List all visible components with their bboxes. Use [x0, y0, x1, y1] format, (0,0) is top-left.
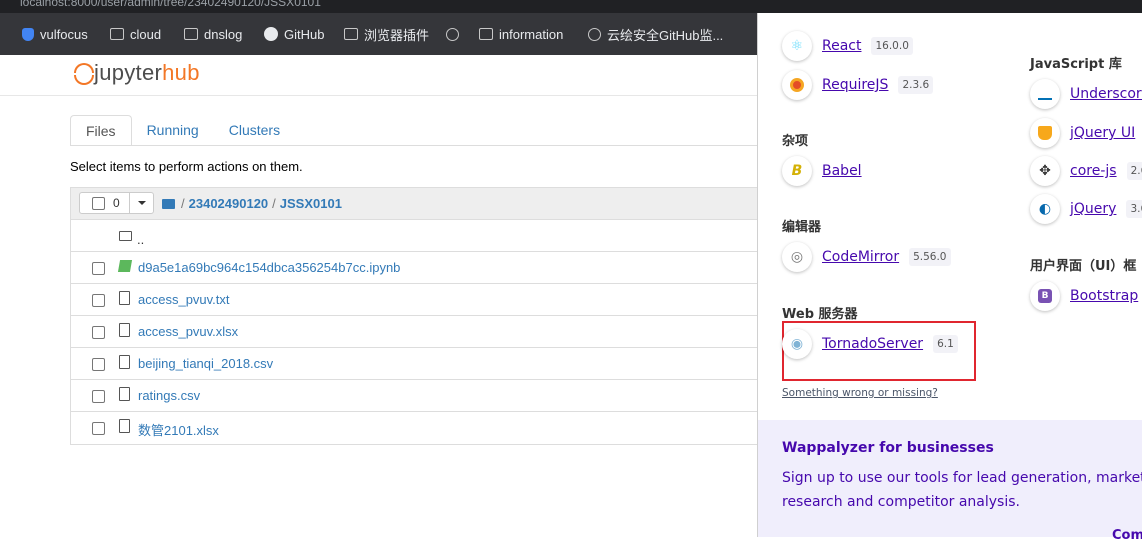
file-icon	[119, 355, 130, 369]
file-list: 0 / 23402490120 / JSSX0101 .. d9a5e1a69b…	[70, 187, 760, 445]
parent-dir-row[interactable]: ..	[71, 220, 760, 252]
globe-icon	[588, 27, 601, 41]
table-row[interactable]: ratings.csv	[71, 380, 760, 412]
file-icon	[119, 291, 130, 305]
tech-jquery[interactable]: ◐ jQuery 3.6.0	[1030, 194, 1142, 224]
select-all-checkbox[interactable]	[92, 197, 105, 210]
bookmark-globe[interactable]	[446, 25, 459, 43]
tornado-icon: ◉	[782, 329, 812, 359]
category-javascript-libraries: JavaScript 库	[1030, 57, 1122, 72]
table-row[interactable]: d9a5e1a69bc964c154dbca356254b7cc.ipynb	[71, 252, 760, 284]
something-wrong-link[interactable]: Something wrong or missing?	[782, 387, 938, 399]
address-text: localhost:8000/user/admin/tree/234024901…	[20, 0, 321, 9]
browser-address-bar[interactable]: localhost:8000/user/admin/tree/234024901…	[0, 0, 1142, 13]
file-icon	[119, 419, 130, 433]
babel-icon: B	[782, 156, 812, 186]
file-link[interactable]: beijing_tianqi_2018.csv	[138, 356, 273, 371]
folder-icon	[119, 231, 132, 241]
react-icon: ⚛	[782, 31, 812, 61]
tech-underscore[interactable]: Underscore	[1030, 79, 1142, 109]
row-checkbox[interactable]	[92, 326, 105, 339]
tech-react[interactable]: ⚛ React 16.0.0	[782, 31, 913, 61]
folder-icon	[479, 28, 493, 40]
folder-icon	[344, 28, 358, 40]
table-row[interactable]: beijing_tianqi_2018.csv	[71, 348, 760, 380]
row-checkbox[interactable]	[92, 262, 105, 275]
tech-bootstrap[interactable]: B Bootstrap	[1030, 281, 1138, 311]
row-checkbox[interactable]	[92, 358, 105, 371]
globe-icon	[446, 27, 459, 41]
file-link[interactable]: access_pvuv.xlsx	[138, 324, 238, 339]
tech-babel[interactable]: B Babel	[782, 156, 862, 186]
table-row[interactable]: 数管2101.xlsx	[71, 412, 760, 444]
shield-icon	[22, 27, 34, 41]
parent-dir-link[interactable]: ..	[137, 232, 144, 247]
bookmark-github[interactable]: GitHub	[264, 25, 324, 43]
row-checkbox[interactable]	[92, 294, 105, 307]
business-title: Wappalyzer for businesses	[782, 440, 994, 456]
bookmark-information[interactable]: information	[479, 25, 563, 43]
category-misc: 杂项	[782, 134, 809, 149]
file-link[interactable]: 数管2101.xlsx	[138, 420, 219, 439]
jupyter-logo-icon	[74, 60, 94, 86]
selection-hint: Select items to perform actions on them.	[70, 159, 303, 174]
business-description: Sign up to use our tools for lead genera…	[782, 470, 1142, 510]
breadcrumb-item[interactable]: JSSX0101	[280, 196, 342, 211]
tech-core-js[interactable]: ✥ core-js 2.6.	[1030, 156, 1142, 186]
underscore-icon	[1030, 79, 1060, 109]
row-checkbox[interactable]	[92, 390, 105, 403]
folder-home-icon[interactable]	[162, 198, 175, 209]
jquery-icon: ◐	[1030, 194, 1060, 224]
tab-divider	[70, 145, 760, 146]
jupyterhub-logo[interactable]: jupyter hub	[74, 60, 200, 86]
category-web-server: Web 服务器	[782, 307, 858, 322]
file-link[interactable]: ratings.csv	[138, 388, 200, 403]
category-ui-frameworks: 用户界面（UI）框	[1030, 259, 1137, 274]
file-link[interactable]: d9a5e1a69bc964c154dbca356254b7cc.ipynb	[138, 260, 400, 275]
requirejs-icon	[782, 70, 812, 100]
business-promo: Wappalyzer for businesses Sign up to use…	[758, 420, 1142, 543]
bookmark-cloud[interactable]: cloud	[110, 25, 161, 43]
bookmark-github-monitor[interactable]: 云绘安全GitHub监...	[588, 25, 723, 43]
file-list-header: 0 / 23402490120 / JSSX0101	[71, 188, 760, 220]
core-js-icon: ✥	[1030, 156, 1060, 186]
bookmark-vulfocus[interactable]: vulfocus	[22, 25, 88, 43]
table-row[interactable]: access_pvuv.txt	[71, 284, 760, 316]
tab-clusters[interactable]: Clusters	[214, 115, 295, 146]
bootstrap-icon: B	[1030, 281, 1060, 311]
tech-tornadoserver[interactable]: ◉ TornadoServer 6.1	[782, 329, 958, 359]
tab-running[interactable]: Running	[132, 115, 214, 146]
row-checkbox[interactable]	[92, 422, 105, 435]
folder-icon	[184, 28, 198, 40]
github-icon	[264, 27, 278, 41]
wappalyzer-panel: ⚛ React 16.0.0 RequireJS 2.3.6 杂项 B Babe…	[757, 13, 1142, 543]
codemirror-icon: ◎	[782, 242, 812, 272]
file-icon	[119, 387, 130, 401]
select-all-control[interactable]: 0	[79, 192, 154, 214]
tech-requirejs[interactable]: RequireJS 2.3.6	[782, 70, 934, 100]
bookmark-dnslog[interactable]: dnslog	[184, 25, 242, 43]
breadcrumb: / 23402490120 / JSSX0101	[162, 196, 342, 211]
category-editor: 编辑器	[782, 220, 822, 235]
file-icon	[119, 323, 130, 337]
tech-codemirror[interactable]: ◎ CodeMirror 5.56.0	[782, 242, 951, 272]
jupyter-tabs: Files Running Clusters	[70, 115, 295, 146]
file-link[interactable]: access_pvuv.txt	[138, 292, 230, 307]
jupyterhub-header: jupyter hub	[0, 55, 757, 96]
bookmark-browser-plugins[interactable]: 浏览器插件	[344, 25, 429, 43]
tab-files[interactable]: Files	[70, 115, 132, 146]
tech-jquery-ui[interactable]: jQuery UI	[1030, 118, 1135, 148]
jquery-ui-icon	[1030, 118, 1060, 148]
folder-icon	[110, 28, 124, 40]
breadcrumb-item[interactable]: 23402490120	[189, 196, 269, 211]
chevron-down-icon[interactable]	[129, 193, 154, 213]
selected-count: 0	[113, 196, 120, 210]
business-cta-button[interactable]: Com	[1112, 528, 1142, 543]
table-row[interactable]: access_pvuv.xlsx	[71, 316, 760, 348]
notebook-icon	[117, 260, 133, 272]
